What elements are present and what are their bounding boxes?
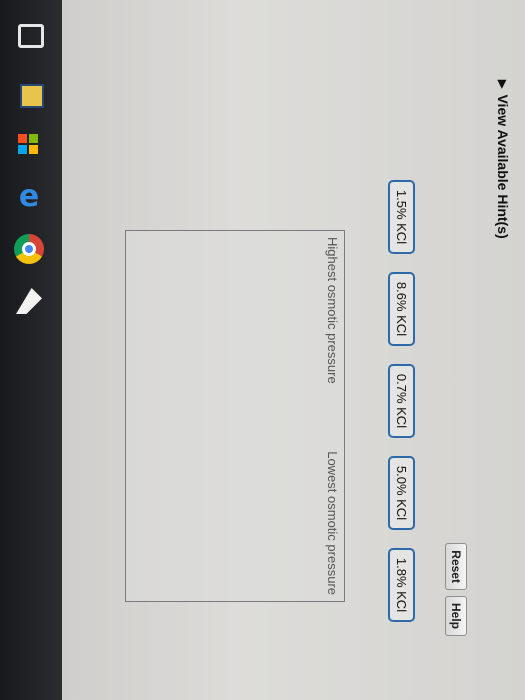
chip-kcl-8-6[interactable]: 8.6% KCl [388,272,415,346]
chip-kcl-1-8[interactable]: 1.8% KCl [388,548,415,622]
chip-kcl-5-0[interactable]: 5.0% KCl [388,456,415,530]
pen-icon[interactable] [12,284,46,318]
help-button[interactable]: Help [445,595,467,636]
ranking-drop-zone[interactable]: Highest osmotic pressure Lowest osmotic … [125,230,345,602]
file-explorer-icon[interactable] [12,78,46,112]
toolbar: Reset Help [445,543,467,636]
view-hints-link[interactable]: ▶ View Available Hint(s) [495,80,511,239]
taskbar: e [0,0,62,700]
question-panel: ▶ View Available Hint(s) Reset Help 1.5%… [62,0,525,700]
highest-label: Highest osmotic pressure [325,237,340,384]
store-icon[interactable] [12,128,46,162]
lowest-label: Lowest osmotic pressure [325,451,340,595]
chip-kcl-0-7[interactable]: 0.7% KCl [388,364,415,438]
edge-icon[interactable]: e [12,180,46,214]
answer-chips: 1.5% KCl 8.6% KCl 0.7% KCl 5.0% KCl 1.8%… [388,180,415,622]
caret-right-icon: ▶ [496,80,509,89]
view-hints-label: View Available Hint(s) [495,94,511,239]
chip-kcl-1-5[interactable]: 1.5% KCl [388,180,415,254]
chrome-icon[interactable] [12,232,46,266]
reset-button[interactable]: Reset [445,543,467,590]
task-view-icon[interactable] [12,18,46,52]
